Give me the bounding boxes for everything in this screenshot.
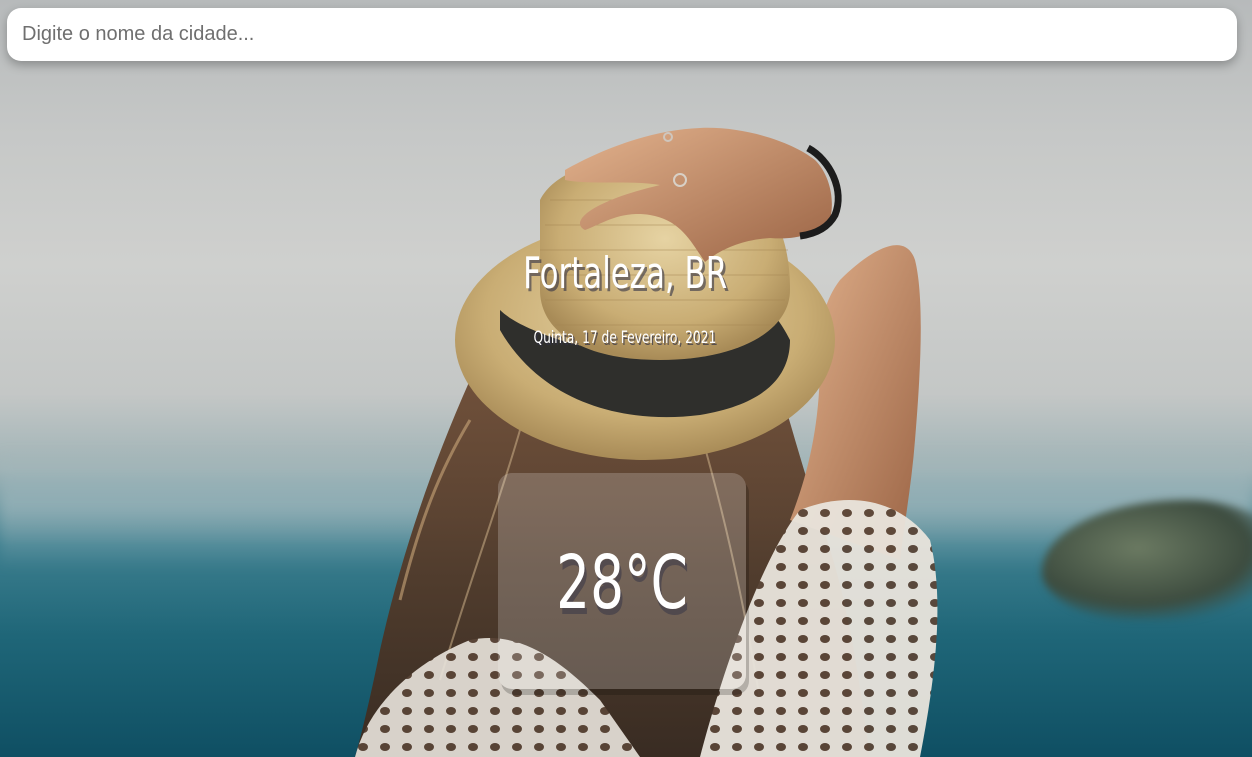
location-date: Quinta, 17 de Fevereiro, 2021	[533, 328, 717, 348]
search-bar	[7, 8, 1237, 61]
location-city: Fortaleza, BR	[523, 248, 728, 299]
temperature-card	[498, 473, 746, 689]
city-search-input[interactable]	[7, 8, 1237, 61]
